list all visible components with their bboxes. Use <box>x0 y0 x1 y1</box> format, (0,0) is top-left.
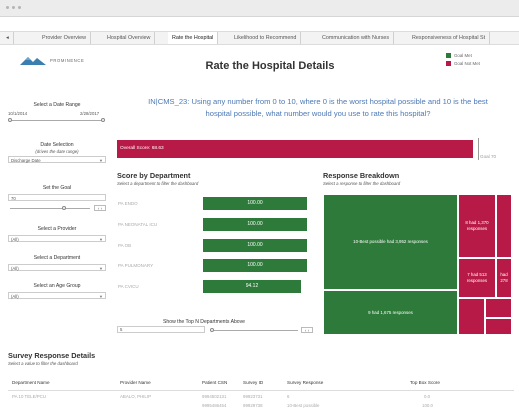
dept-score-bar[interactable]: 100.00 <box>203 197 307 210</box>
department-label: Select a Department <box>33 255 81 261</box>
goal-slider-handle[interactable] <box>62 206 66 210</box>
window-titlebar <box>0 0 519 17</box>
tab-provider-overview[interactable]: Provider Overview <box>38 32 92 44</box>
tab-hospital-overview[interactable]: Hospital Overview <box>103 32 156 44</box>
table-cell[interactable]: 9994502131 <box>202 394 226 399</box>
column-header-survey-id[interactable]: Survey ID <box>243 380 263 385</box>
top-n-input[interactable]: 5 <box>117 326 205 333</box>
zoom-dot-icon[interactable] <box>18 6 21 9</box>
response-tile-6[interactable]: had 278 <box>496 258 512 298</box>
dept-label[interactable]: PA OB <box>118 243 131 248</box>
date-selection-sublabel: (drives the date range) <box>35 149 79 154</box>
top-n-label: Show the Top N Departments Above <box>163 319 246 325</box>
response-tile-10[interactable]: 10-Best possible had 3,952 responses <box>323 194 458 290</box>
legend-swatch-met <box>446 53 451 58</box>
column-header-patient-csn[interactable]: Patient CSN <box>202 380 227 385</box>
dept-score-bar[interactable]: 100.00 <box>203 218 307 231</box>
table-cell[interactable]: ABALO, PHILIP <box>120 394 151 399</box>
date-range-end-handle[interactable] <box>101 118 105 122</box>
tab-communication-with-nurses[interactable]: Communication with Nurses <box>318 32 395 44</box>
legend-swatch-not-met <box>446 61 451 66</box>
dept-score-bar[interactable]: 100.00 <box>203 259 307 272</box>
legend-item-goal-met[interactable]: Goal Met <box>446 52 480 60</box>
goal-reference-label: Goal 70 <box>480 154 497 159</box>
chevron-down-icon: ▼ <box>99 158 103 163</box>
age-group-label: Select an Age Group <box>33 283 81 289</box>
top-n-slider-track <box>210 330 298 331</box>
table-cell[interactable]: PA 10 TELE/PCU <box>12 394 46 399</box>
top-n-slider-handle[interactable] <box>210 328 214 332</box>
dept-score-bar[interactable]: 94.12 <box>203 280 301 293</box>
table-cell[interactable]: 0.0 <box>424 394 430 399</box>
date-selection-dropdown[interactable]: Discharge Date ▼ <box>8 156 106 163</box>
brand-name: PROMINENCE <box>50 58 85 63</box>
chevron-down-icon: ▼ <box>99 237 103 242</box>
overall-score-bar[interactable] <box>117 140 473 158</box>
survey-details-subtitle: Select a value to filter the dashboard <box>8 361 78 366</box>
column-header-provider[interactable]: Provider Name <box>120 380 151 385</box>
chevron-down-icon: ▼ <box>99 294 103 299</box>
prominence-logo-icon <box>20 57 46 65</box>
response-breakdown-title: Response Breakdown <box>323 171 400 180</box>
tab-likelihood-to-recommend[interactable]: Likelihood to Recommend <box>230 32 302 44</box>
chevron-down-icon: ▼ <box>99 266 103 271</box>
dept-label[interactable]: PA PULMONARY <box>118 263 153 268</box>
goal-slider-track <box>10 208 90 209</box>
dept-score-bar[interactable]: 100.00 <box>203 239 307 252</box>
response-tile-other[interactable] <box>496 194 512 258</box>
top-n-stepper[interactable]: ‹ › <box>301 327 313 333</box>
table-cell[interactable]: 99929738 <box>243 403 263 408</box>
goal-input[interactable]: 70 <box>8 194 106 201</box>
score-by-department-title: Score by Department <box>117 171 191 180</box>
provider-dropdown[interactable]: (All) ▼ <box>8 235 106 242</box>
date-range-label: Select a Date Range <box>33 102 81 108</box>
response-tile-7[interactable]: 7 had 513 responses <box>458 258 496 298</box>
response-tile-other[interactable] <box>458 298 485 335</box>
goal-label: Set the Goal <box>42 185 72 191</box>
response-breakdown-subtitle: Select a response to filter the dashboar… <box>323 181 401 186</box>
survey-details-title: Survey Response Details <box>8 351 96 360</box>
response-tile-other[interactable] <box>485 318 512 335</box>
tab-responsiveness[interactable]: Responsiveness of Hospital St <box>408 32 491 44</box>
response-tile-8[interactable]: 8 had 1,370 responses <box>458 194 496 258</box>
score-by-department-subtitle: Select a department to filter the dashbo… <box>117 181 199 186</box>
response-tile-9[interactable]: 9 had 1,675 responses <box>323 290 458 335</box>
minimize-dot-icon[interactable] <box>12 6 15 9</box>
table-cell[interactable]: 99923731 <box>243 394 263 399</box>
page-title: Rate the Hospital Details <box>205 60 335 72</box>
table-cell[interactable]: 6 <box>287 394 289 399</box>
provider-label: Select a Provider <box>37 226 77 232</box>
column-header-survey-response[interactable]: Survey Response <box>287 380 323 385</box>
age-group-dropdown[interactable]: (All) ▼ <box>8 292 106 299</box>
goal-stepper[interactable]: ‹ › <box>94 205 106 211</box>
dashboard-tab-bar: ◂ Provider Overview Hospital Overview Ra… <box>0 31 519 45</box>
date-range-end: 2/28/2017 <box>80 111 100 116</box>
legend-item-goal-not-met[interactable]: Goal Not Met <box>446 60 480 68</box>
goal-reference-line <box>478 138 479 160</box>
date-range-track <box>10 120 104 121</box>
date-range-start-handle[interactable] <box>8 118 12 122</box>
response-tile-other[interactable] <box>485 298 512 318</box>
survey-question: IN|CMS_23: Using any number from 0 to 10… <box>148 97 488 118</box>
table-cell[interactable]: 9995486454 <box>202 403 226 408</box>
department-dropdown[interactable]: (All) ▼ <box>8 264 106 271</box>
close-dot-icon[interactable] <box>6 6 9 9</box>
column-header-top-box-score[interactable]: Top Box Score <box>410 380 440 385</box>
dept-label[interactable]: PA CVICU <box>118 284 139 289</box>
overall-score-label: Overall Score: 68.63 <box>120 146 164 151</box>
goal-legend: Goal Met Goal Not Met <box>446 52 480 68</box>
column-header-department[interactable]: Department Name <box>12 380 50 385</box>
table-cell[interactable]: 100.0 <box>422 403 433 408</box>
date-range-start: 10/1/2014 <box>8 111 28 116</box>
table-header-divider <box>8 390 514 391</box>
dept-label[interactable]: PA ENDO <box>118 201 138 206</box>
date-selection-label: Date Selection <box>40 142 74 148</box>
tab-rate-the-hospital[interactable]: Rate the Hospital <box>168 32 219 44</box>
table-cell[interactable]: 10-Best possible <box>287 403 319 408</box>
tab-scroll-left[interactable]: ◂ <box>2 32 14 44</box>
dept-label[interactable]: PA NEONATAL ICU <box>118 222 157 227</box>
